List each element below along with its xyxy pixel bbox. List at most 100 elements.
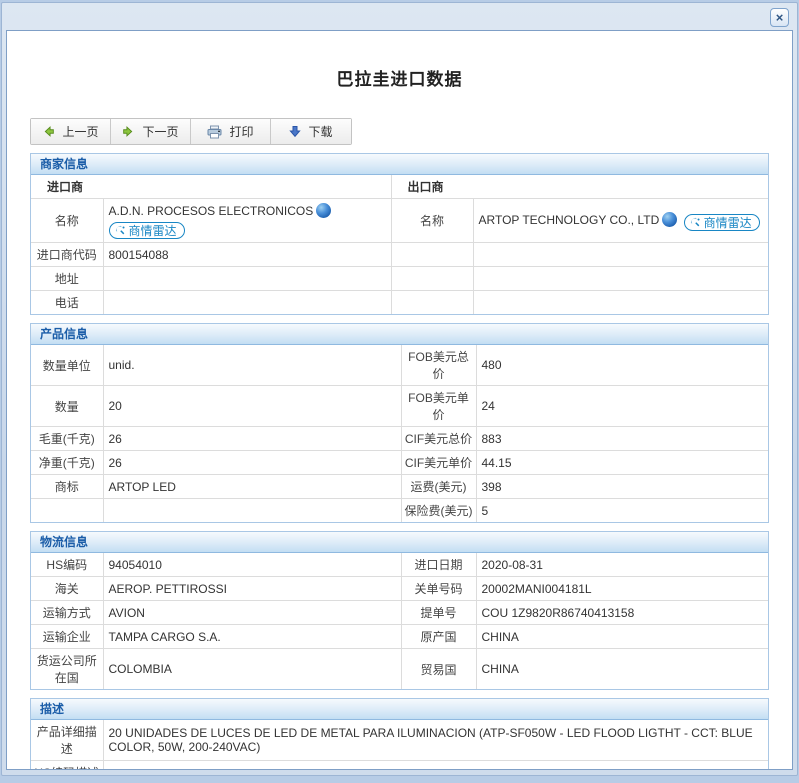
- dialog-content-panel: 巴拉圭进口数据 上一页 下一页: [6, 30, 793, 770]
- empty-value-cell: [473, 267, 768, 291]
- logistics-section-title: 物流信息: [31, 532, 768, 553]
- phone-label: 电话: [31, 291, 103, 315]
- cif-total-value: 883: [476, 427, 768, 451]
- qty-value: 20: [103, 386, 401, 427]
- print-button[interactable]: 打印: [191, 119, 271, 144]
- globe-icon[interactable]: [662, 212, 677, 227]
- globe-icon[interactable]: [316, 203, 331, 218]
- trademark-label: 商标: [31, 475, 103, 499]
- section-logistics-info: 物流信息 HS编码 94054010 进口日期 2020-08-31 海关 AE…: [30, 531, 769, 690]
- description-table: 产品详细描述 20 UNIDADES DE LUCES DE LED DE ME…: [31, 720, 768, 770]
- product-table: 数量单位 unid. FOB美元总价 480 数量 20 FOB美元单价 24 …: [31, 345, 768, 522]
- exporter-name-label: 名称: [391, 199, 473, 243]
- import-date-label: 进口日期: [401, 553, 476, 577]
- empty-value-cell: [473, 291, 768, 315]
- empty-label-cell: [391, 243, 473, 267]
- fob-unit-label: FOB美元单价: [401, 386, 476, 427]
- declaration-no-label: 关单号码: [401, 577, 476, 601]
- product-section-title: 产品信息: [31, 324, 768, 345]
- section-merchant-info: 商家信息 进口商 出口商 名称 A.D.N. PROCESOS ELECTRON…: [30, 153, 769, 315]
- carrier-label: 运输企业: [31, 625, 103, 649]
- arrow-left-icon: [42, 125, 55, 138]
- fob-total-label: FOB美元总价: [401, 345, 476, 386]
- importer-group-header: 进口商: [31, 175, 391, 199]
- gross-weight-label: 毛重(千克): [31, 427, 103, 451]
- exporter-group-header: 出口商: [391, 175, 768, 199]
- importer-radar-badge-label: 商情雷达: [129, 222, 177, 239]
- freight-value: 398: [476, 475, 768, 499]
- empty-label-cell: [391, 291, 473, 315]
- carrier-value: TAMPA CARGO S.A.: [103, 625, 401, 649]
- hs-code-label: HS编码: [31, 553, 103, 577]
- fob-unit-value: 24: [476, 386, 768, 427]
- pager-toolbar: 上一页 下一页 打印 下载: [30, 118, 352, 145]
- origin-country-value: CHINA: [476, 625, 768, 649]
- origin-country-label: 原产国: [401, 625, 476, 649]
- importer-name-value: A.D.N. PROCESOS ELECTRONICOS: [109, 204, 314, 218]
- address-label: 地址: [31, 267, 103, 291]
- importer-radar-badge-button[interactable]: 商情雷达: [109, 222, 185, 239]
- merchant-section-title: 商家信息: [31, 154, 768, 175]
- freight-company-country-value: COLOMBIA: [103, 649, 401, 690]
- exporter-radar-badge-label: 商情雷达: [704, 214, 752, 231]
- empty-label-cell: [31, 499, 103, 523]
- product-detail-desc-value: 20 UNIDADES DE LUCES DE LED DE METAL PAR…: [103, 720, 768, 761]
- phone-value: [103, 291, 391, 315]
- transport-mode-value: AVION: [103, 601, 401, 625]
- freight-label: 运费(美元): [401, 475, 476, 499]
- customs-value: AEROP. PETTIROSSI: [103, 577, 401, 601]
- importer-name-label: 名称: [31, 199, 103, 243]
- bill-of-lading-value: COU 1Z9820R86740413158: [476, 601, 768, 625]
- exporter-radar-badge-button[interactable]: 商情雷达: [684, 214, 760, 231]
- freight-company-country-label: 货运公司所在国: [31, 649, 103, 690]
- fob-total-value: 480: [476, 345, 768, 386]
- exporter-name-value: ARTOP TECHNOLOGY CO., LTD: [479, 213, 660, 227]
- trademark-value: ARTOP LED: [103, 475, 401, 499]
- net-weight-label: 净重(千克): [31, 451, 103, 475]
- radar-icon: [115, 225, 126, 236]
- cif-unit-value: 44.15: [476, 451, 768, 475]
- merchant-table: 进口商 出口商 名称 A.D.N. PROCESOS ELECTRONICOS: [31, 175, 768, 314]
- product-detail-desc-label: 产品详细描述: [31, 720, 103, 761]
- trade-country-value: CHINA: [476, 649, 768, 690]
- trade-country-label: 贸易国: [401, 649, 476, 690]
- customs-label: 海关: [31, 577, 103, 601]
- cif-total-label: CIF美元总价: [401, 427, 476, 451]
- declaration-no-value: 20002MANI004181L: [476, 577, 768, 601]
- logistics-table: HS编码 94054010 进口日期 2020-08-31 海关 AEROP. …: [31, 553, 768, 689]
- qty-unit-value: unid.: [103, 345, 401, 386]
- download-button[interactable]: 下载: [271, 119, 351, 144]
- prev-page-label: 上一页: [62, 123, 98, 140]
- empty-label-cell: [391, 267, 473, 291]
- printer-icon: [207, 125, 222, 139]
- section-description: 描述 产品详细描述 20 UNIDADES DE LUCES DE LED DE…: [30, 698, 769, 770]
- gross-weight-value: 26: [103, 427, 401, 451]
- next-page-label: 下一页: [142, 123, 178, 140]
- print-label: 打印: [229, 123, 253, 140]
- net-weight-value: 26: [103, 451, 401, 475]
- close-icon: ×: [776, 11, 784, 24]
- close-button[interactable]: ×: [770, 8, 789, 27]
- importer-name-cell: A.D.N. PROCESOS ELECTRONICOS 商情雷达: [103, 199, 391, 243]
- bill-of-lading-label: 提单号: [401, 601, 476, 625]
- empty-value-cell: [103, 499, 401, 523]
- arrow-down-icon: [289, 125, 301, 138]
- arrow-right-icon: [122, 125, 135, 138]
- empty-value-cell: [473, 243, 768, 267]
- prev-page-button[interactable]: 上一页: [31, 119, 111, 144]
- download-label: 下载: [308, 123, 332, 140]
- qty-unit-label: 数量单位: [31, 345, 103, 386]
- section-product-info: 产品信息 数量单位 unid. FOB美元总价 480 数量 20 FOB美元单…: [30, 323, 769, 523]
- hs-code-desc-value: [103, 761, 768, 771]
- description-section-title: 描述: [31, 699, 768, 720]
- transport-mode-label: 运输方式: [31, 601, 103, 625]
- next-page-button[interactable]: 下一页: [111, 119, 191, 144]
- hs-code-desc-label: HS编码描述: [31, 761, 103, 771]
- insurance-value: 5: [476, 499, 768, 523]
- cif-unit-label: CIF美元单价: [401, 451, 476, 475]
- insurance-label: 保险费(美元): [401, 499, 476, 523]
- address-value: [103, 267, 391, 291]
- exporter-name-cell: ARTOP TECHNOLOGY CO., LTD 商情雷达: [473, 199, 768, 243]
- page-title: 巴拉圭进口数据: [7, 65, 792, 90]
- radar-icon: [690, 217, 701, 228]
